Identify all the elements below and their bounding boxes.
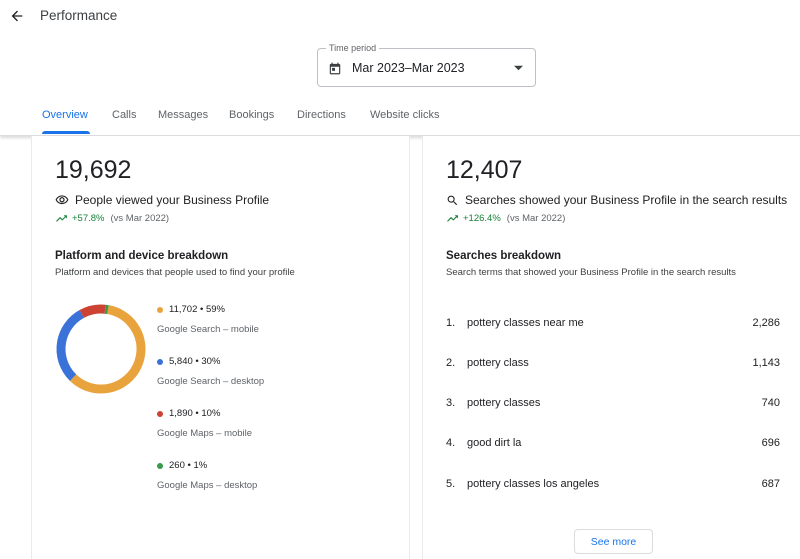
arrow-back-icon: [11, 10, 23, 22]
time-period-select[interactable]: Time period Mar 2023–Mar 2023: [317, 42, 536, 87]
views-metric-row: People viewed your Business Profile: [55, 193, 269, 207]
time-period-value: Mar 2023–Mar 2023: [352, 61, 465, 75]
search-term-row: 5. pottery classes los angeles 687: [446, 478, 780, 490]
searches-card: 12,407 Searches showed your Business Pro…: [422, 136, 800, 559]
tab-bookings[interactable]: Bookings: [229, 109, 274, 121]
search-rank: 4.: [446, 437, 456, 449]
tab-calls[interactable]: Calls: [112, 109, 136, 121]
legend-dot: [157, 410, 163, 417]
views-description: People viewed your Business Profile: [75, 193, 270, 207]
donut-slice-3: [56, 304, 146, 394]
views-comparison: (vs Mar 2022): [110, 213, 170, 224]
legend-stat: 11,702 • 59%: [169, 304, 225, 315]
back-button[interactable]: [6, 5, 28, 27]
legend-dot: [157, 358, 163, 365]
trending-up-icon: [56, 214, 67, 222]
legend-stat: 1,890 • 10%: [169, 408, 221, 419]
search-rank: 5.: [446, 478, 456, 490]
search-term: pottery classes: [467, 397, 541, 409]
search-term-row: 3. pottery classes 740: [446, 397, 780, 409]
search-rank: 1.: [446, 317, 456, 329]
search-icon: [447, 195, 458, 205]
time-period-label: Time period: [326, 42, 380, 54]
donut-slice-2: [56, 304, 146, 394]
donut-slice-0: [56, 304, 146, 394]
views-delta: +57.8%: [72, 213, 105, 224]
search-term: pottery classes near me: [467, 317, 584, 329]
platform-breakdown-title: Platform and device breakdown: [55, 250, 229, 262]
search-count: 740: [761, 397, 780, 409]
searches-delta: +126.4%: [463, 213, 501, 224]
tab-directions[interactable]: Directions: [297, 109, 346, 121]
search-term: pottery classes los angeles: [467, 478, 600, 490]
trending-up-icon: [447, 214, 458, 222]
eye-icon: [55, 195, 69, 205]
search-rank: 2.: [446, 357, 456, 369]
legend-item-search-mobile: 11,702 • 59% Google Search – mobile: [157, 304, 259, 335]
search-count: 687: [761, 478, 780, 490]
views-delta-row: +57.8% (vs Mar 2022): [55, 213, 169, 224]
tab-bar: Overview Calls Messages Bookings Directi…: [0, 100, 800, 136]
tab-messages[interactable]: Messages: [158, 109, 208, 121]
views-total: 19,692: [55, 156, 132, 184]
legend-label: Google Maps – mobile: [157, 428, 253, 439]
active-tab-indicator: [42, 131, 90, 134]
see-more-button[interactable]: See more: [574, 529, 653, 554]
legend-label: Google Search – desktop: [157, 376, 265, 387]
searches-breakdown-subtitle: Search terms that showed your Business P…: [446, 267, 736, 278]
legend-label: Google Maps – desktop: [157, 480, 258, 491]
calendar-icon: [329, 62, 341, 75]
page-title: Performance: [40, 8, 118, 23]
donut-slice-1: [56, 304, 146, 394]
searches-comparison: (vs Mar 2022): [506, 213, 566, 224]
search-term-row: 4. good dirt la 696: [446, 437, 780, 449]
search-count: 696: [761, 437, 780, 449]
search-rank: 3.: [446, 397, 456, 409]
legend-stat: 260 • 1%: [169, 460, 208, 471]
top-bar: Performance: [0, 0, 800, 34]
legend-dot: [157, 306, 163, 313]
tab-website-clicks[interactable]: Website clicks: [370, 109, 439, 121]
search-term-row: 2. pottery class 1,143: [446, 357, 780, 369]
searches-metric-row: Searches showed your Business Profile in…: [446, 193, 787, 207]
legend-item-search-desktop: 5,840 • 30% Google Search – desktop: [157, 356, 264, 387]
search-count: 1,143: [752, 357, 780, 369]
search-term: good dirt la: [467, 437, 522, 449]
views-card: 19,692 People viewed your Business Profi…: [31, 136, 410, 559]
legend-dot: [157, 462, 163, 469]
search-term: pottery class: [467, 357, 529, 369]
platform-breakdown-subtitle: Platform and devices that people used to…: [55, 267, 295, 278]
tab-overview[interactable]: Overview: [42, 109, 88, 121]
dropdown-arrow-icon: [514, 65, 523, 71]
searches-breakdown-title: Searches breakdown: [446, 250, 562, 262]
legend-stat: 5,840 • 30%: [169, 356, 221, 367]
search-term-row: 1. pottery classes near me 2,286: [446, 317, 780, 329]
search-count: 2,286: [752, 317, 780, 329]
searches-description: Searches showed your Business Profile in…: [465, 193, 788, 207]
platform-donut-chart: [56, 304, 146, 394]
legend-label: Google Search – mobile: [157, 324, 259, 335]
legend-item-maps-desktop: 260 • 1% Google Maps – desktop: [157, 460, 257, 491]
legend-item-maps-mobile: 1,890 • 10% Google Maps – mobile: [157, 408, 252, 439]
searches-total: 12,407: [446, 156, 523, 184]
searches-delta-row: +126.4% (vs Mar 2022): [446, 213, 565, 224]
